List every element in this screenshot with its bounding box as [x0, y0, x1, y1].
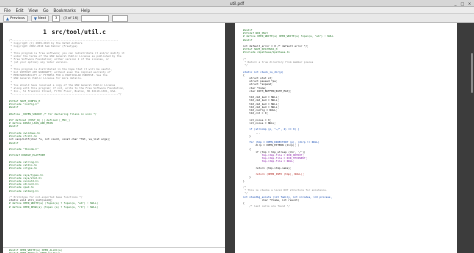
code-line: int vsnprintf(char *s, int count, const … [9, 138, 111, 142]
code-line: # define OPEN_WRITE(a) OPEN_WRITE(a) fop… [243, 35, 334, 39]
file-header-number: 1 [43, 29, 47, 36]
toolbar: ▲ Previous ▼ Next 3 (3 of 16) [0, 14, 474, 23]
menu-bookmarks[interactable]: Bookmarks [54, 7, 76, 14]
page-number-input[interactable]: 3 [52, 14, 61, 22]
file-header-name: src/tool/util.c [51, 29, 106, 36]
menu-edit[interactable]: Edit [16, 7, 24, 14]
code-line: *---------------------------------------… [9, 93, 122, 97]
scrollbar-thumb[interactable] [471, 53, 473, 93]
file-header: 1 src/tool/util.c [43, 29, 106, 36]
code-listing-left-next-page: #endif OPEN_WRITE(a) OPEN_ALLOC(a)#endif… [9, 249, 62, 253]
code-line: /* last calls are found */ [243, 205, 290, 209]
menu-go[interactable]: Go [43, 7, 49, 14]
close-button[interactable]: × [467, 1, 472, 6]
code-listing-right: #endif #ifndef WIN_ONLY # define OPEN_WRIT… [243, 29, 334, 208]
page-gap [225, 23, 235, 253]
maximize-button[interactable]: □ [460, 1, 465, 6]
minimize-button[interactable]: _ [453, 1, 458, 6]
previous-label: Previous [10, 16, 25, 20]
code-line: * This is checks a local DOT structure f… [243, 189, 328, 193]
arrow-up-icon: ▲ [6, 15, 10, 21]
menu-file[interactable]: File [4, 7, 11, 14]
menu-bar: File Edit View Go Bookmarks Help [0, 7, 474, 14]
search-input[interactable] [112, 14, 129, 22]
page-count-label: (3 of 16) [63, 16, 79, 20]
menu-view[interactable]: View [28, 7, 38, 14]
code-line: # define OPEN_READ(a) (fopen (a) ? fopen… [9, 205, 99, 209]
menu-help[interactable]: Help [81, 7, 90, 14]
pdf-page-left[interactable]: 1 src/tool/util.c /*---------------------… [3, 23, 225, 253]
next-label: Next [37, 16, 47, 20]
window-controls: _ □ × [453, 1, 472, 6]
code-listing-left: /*--------------------------------------… [9, 39, 125, 209]
next-button[interactable]: ▼ Next [30, 14, 50, 22]
previous-button[interactable]: ▲ Previous [3, 14, 28, 22]
arrow-down-icon: ▼ [33, 15, 37, 21]
vertical-scrollbar[interactable] [470, 23, 474, 253]
zoom-select[interactable] [81, 14, 110, 22]
pdf-page-right[interactable]: #endif #ifndef WIN_ONLY # define OPEN_WRIT… [235, 23, 457, 253]
